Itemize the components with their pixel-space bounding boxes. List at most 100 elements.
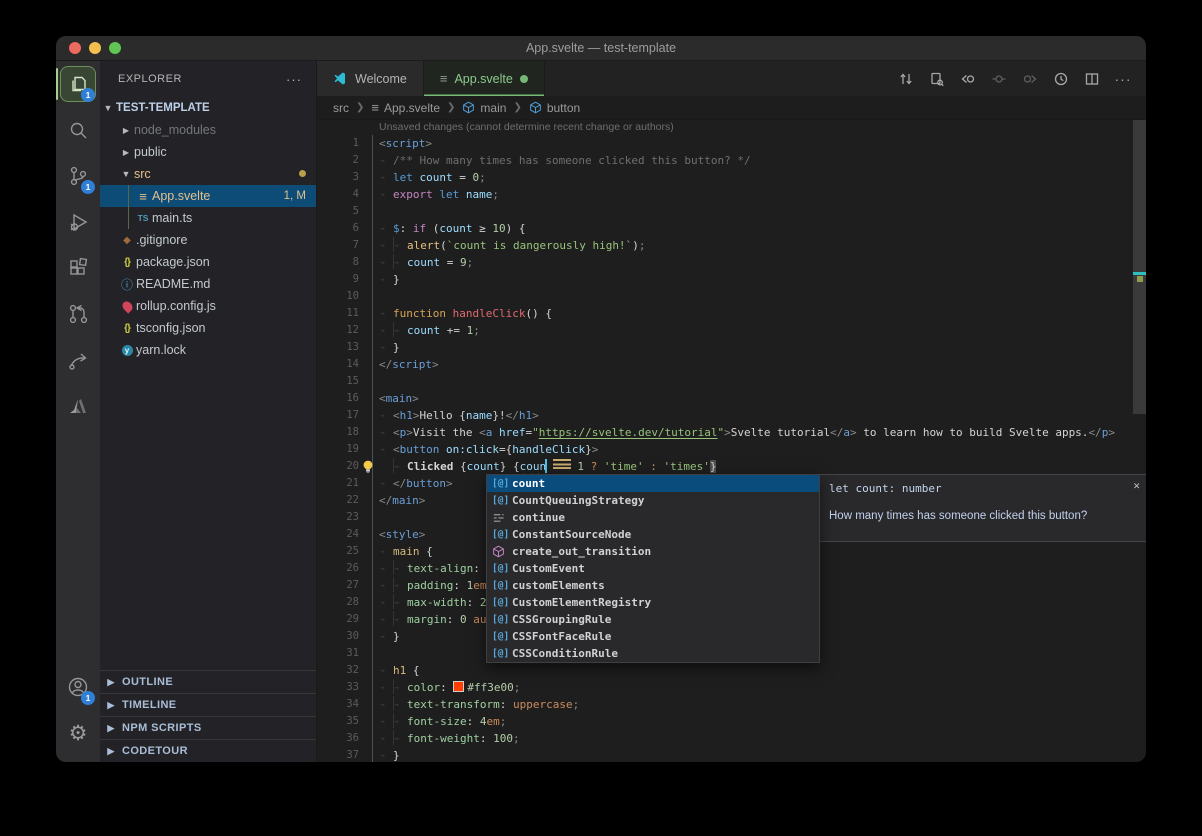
breadcrumb-src[interactable]: src xyxy=(333,101,349,115)
code-line[interactable]: 16<main> xyxy=(317,390,1146,407)
line-number[interactable]: 3 xyxy=(317,169,359,186)
panel-codetour[interactable]: ▶CODETOUR xyxy=(100,739,316,762)
tree-file-main-ts[interactable]: TSmain.ts xyxy=(100,207,316,229)
line-number[interactable]: 30 xyxy=(317,628,359,645)
open-preview-icon[interactable] xyxy=(926,68,948,90)
line-number[interactable]: 9 xyxy=(317,271,359,288)
editor-scrollbar[interactable] xyxy=(1133,120,1146,414)
line-number[interactable]: 31 xyxy=(317,645,359,662)
activity-github-pr[interactable] xyxy=(56,291,100,337)
next-change-icon[interactable] xyxy=(1019,68,1041,90)
code-line[interactable]: 11→function handleClick() { xyxy=(317,305,1146,322)
line-number[interactable]: 19 xyxy=(317,441,359,458)
line-number[interactable]: 23 xyxy=(317,509,359,526)
code-line[interactable]: 10 xyxy=(317,288,1146,305)
activity-live-share[interactable] xyxy=(56,337,100,383)
code-line[interactable]: 15 xyxy=(317,373,1146,390)
lightbulb-icon[interactable] xyxy=(362,460,374,479)
tree-file-app-svelte[interactable]: ≡App.svelte1, M xyxy=(100,185,316,207)
code-line[interactable]: 13→} xyxy=(317,339,1146,356)
title-bar[interactable]: App.svelte — test-template xyxy=(56,36,1146,61)
compare-changes-icon[interactable] xyxy=(895,68,917,90)
suggest-item-cssconditionrule[interactable]: [@]CSSConditionRule xyxy=(487,645,819,662)
more-actions-icon[interactable]: ··· xyxy=(1112,68,1134,90)
suggest-item-constantsourcenode[interactable]: [@]ConstantSourceNode xyxy=(487,526,819,543)
line-number[interactable]: 22 xyxy=(317,492,359,509)
sidebar-more-actions[interactable]: ··· xyxy=(286,72,302,87)
line-number[interactable]: 28 xyxy=(317,594,359,611)
line-number[interactable]: 24 xyxy=(317,526,359,543)
tree-file-rollup-config-js[interactable]: rollup.config.js xyxy=(100,295,316,317)
code-line[interactable]: 1<script> xyxy=(317,135,1146,152)
code-line[interactable]: 20→Clicked {count} {coun 1 ? 'time' : 't… xyxy=(317,458,1146,475)
line-number[interactable]: 25 xyxy=(317,543,359,560)
code-line[interactable]: 4→export let name; xyxy=(317,186,1146,203)
workspace-root-row[interactable]: ▼ TEST-TEMPLATE xyxy=(100,97,316,119)
code-editor[interactable]: Unsaved changes (cannot determine recent… xyxy=(317,120,1146,762)
code-line[interactable]: 14</script> xyxy=(317,356,1146,373)
activity-run-debug[interactable] xyxy=(56,199,100,245)
line-number[interactable]: 33 xyxy=(317,679,359,696)
line-number[interactable]: 20 xyxy=(317,458,359,475)
code-line[interactable]: 33→→color: #ff3e00; xyxy=(317,679,1146,696)
color-swatch[interactable] xyxy=(453,681,464,692)
panel-outline[interactable]: ▶OUTLINE xyxy=(100,670,316,693)
line-number[interactable]: 17 xyxy=(317,407,359,424)
suggest-item-customelements[interactable]: [@]customElements xyxy=(487,577,819,594)
tab-app-svelte[interactable]: ≡ App.svelte xyxy=(424,61,545,96)
activity-settings[interactable]: ⚙ xyxy=(56,710,100,756)
minimize-window-button[interactable] xyxy=(89,42,101,54)
line-number[interactable]: 2 xyxy=(317,152,359,169)
breadcrumb-button[interactable]: button xyxy=(529,101,580,115)
tree-file-package-json[interactable]: {}package.json xyxy=(100,251,316,273)
current-change-icon[interactable] xyxy=(988,68,1010,90)
code-line[interactable]: 3→let count = 0; xyxy=(317,169,1146,186)
line-number[interactable]: 8 xyxy=(317,254,359,271)
code-line[interactable]: 34→→text-transform: uppercase; xyxy=(317,696,1146,713)
tree-folder-src[interactable]: ▼src xyxy=(100,163,316,185)
suggest-item-create_out_transition[interactable]: create_out_transition xyxy=(487,543,819,560)
line-number[interactable]: 13 xyxy=(317,339,359,356)
line-number[interactable]: 36 xyxy=(317,730,359,747)
line-number[interactable]: 34 xyxy=(317,696,359,713)
line-number[interactable]: 4 xyxy=(317,186,359,203)
line-number[interactable]: 6 xyxy=(317,220,359,237)
suggest-item-customevent[interactable]: [@]CustomEvent xyxy=(487,560,819,577)
code-line[interactable]: 32→h1 { xyxy=(317,662,1146,679)
code-line[interactable]: 19→<button on:click={handleClick}> xyxy=(317,441,1146,458)
line-number[interactable]: 16 xyxy=(317,390,359,407)
activity-extensions[interactable] xyxy=(56,245,100,291)
line-number[interactable]: 10 xyxy=(317,288,359,305)
panel-timeline[interactable]: ▶TIMELINE xyxy=(100,693,316,716)
code-line[interactable]: 18→<p>Visit the <a href="https://svelte.… xyxy=(317,424,1146,441)
line-number[interactable]: 29 xyxy=(317,611,359,628)
line-number[interactable]: 35 xyxy=(317,713,359,730)
split-editor-icon[interactable] xyxy=(1081,68,1103,90)
tab-welcome[interactable]: Welcome xyxy=(317,61,424,96)
tree-file--gitignore[interactable]: ◆.gitignore xyxy=(100,229,316,251)
line-number[interactable]: 15 xyxy=(317,373,359,390)
suggest-item-customelementregistry[interactable]: [@]CustomElementRegistry xyxy=(487,594,819,611)
zoom-window-button[interactable] xyxy=(109,42,121,54)
tree-folder-node-modules[interactable]: ▶node_modules xyxy=(100,119,316,141)
line-number[interactable]: 14 xyxy=(317,356,359,373)
activity-source-control[interactable]: 1 xyxy=(56,153,100,199)
line-number[interactable]: 18 xyxy=(317,424,359,441)
line-number[interactable]: 32 xyxy=(317,662,359,679)
line-number[interactable]: 21 xyxy=(317,475,359,492)
close-window-button[interactable] xyxy=(69,42,81,54)
activity-accounts[interactable]: 1 xyxy=(56,664,100,710)
code-line[interactable]: 12→→count += 1; xyxy=(317,322,1146,339)
breadcrumb-main[interactable]: main xyxy=(462,101,506,115)
code-line[interactable]: 17→<h1>Hello {name}!</h1> xyxy=(317,407,1146,424)
code-line[interactable]: 5 xyxy=(317,203,1146,220)
suggest-item-count[interactable]: [@]count xyxy=(487,475,819,492)
code-line[interactable]: 7→→alert(`count is dangerously high!`); xyxy=(317,237,1146,254)
code-line[interactable]: 35→→font-size: 4em; xyxy=(317,713,1146,730)
suggest-item-cssgroupingrule[interactable]: [@]CSSGroupingRule xyxy=(487,611,819,628)
suggest-item-cssfontfacerule[interactable]: [@]CSSFontFaceRule xyxy=(487,628,819,645)
tree-file-yarn-lock[interactable]: yyarn.lock xyxy=(100,339,316,361)
breadcrumb-app-svelte[interactable]: ≡App.svelte xyxy=(371,101,440,115)
line-number[interactable]: 7 xyxy=(317,237,359,254)
tree-file-readme-md[interactable]: ⓘREADME.md xyxy=(100,273,316,295)
